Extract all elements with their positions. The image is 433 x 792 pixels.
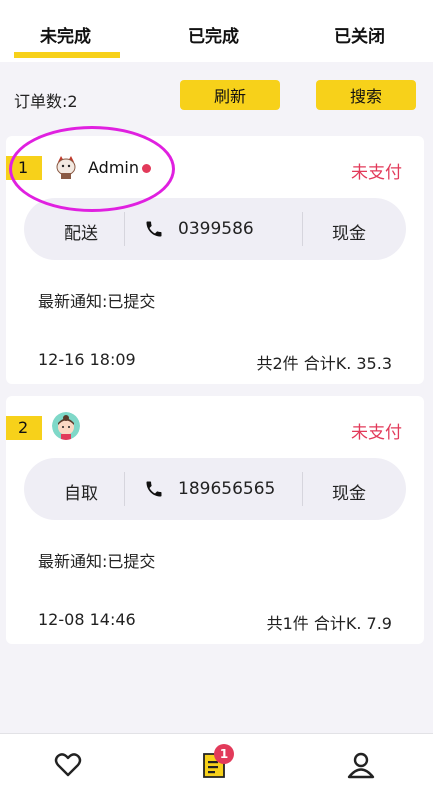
order-time: 12-08 14:46 [38, 610, 136, 629]
refresh-button[interactable]: 刷新 [180, 80, 280, 110]
girl-avatar-icon [52, 412, 80, 440]
order-card[interactable]: 2 未支付 自取 189656565 现金 最新通知:已提交 12-08 14:… [6, 396, 424, 644]
delivery-method: 自取 [64, 484, 98, 504]
order-total: 共2件 合计K. 35.3 [256, 354, 392, 373]
latest-notice: 最新通知:已提交 [38, 292, 156, 311]
order-toolbar: 订单数:2 刷新 搜索 [0, 68, 433, 126]
latest-notice: 最新通知:已提交 [38, 552, 156, 571]
tab-completed[interactable]: 已完成 [188, 22, 239, 47]
divider [302, 212, 303, 246]
payment-status: 未支付 [351, 423, 402, 443]
order-count: 订单数:2 [14, 92, 78, 111]
payment-method: 现金 [332, 224, 366, 244]
tab-closed[interactable]: 已关闭 [334, 22, 385, 47]
highlight-annotation [9, 126, 175, 212]
order-info-bar: 自取 189656565 现金 [24, 458, 406, 520]
delivery-method: 配送 [64, 224, 98, 244]
order-index-badge: 2 [6, 416, 42, 440]
phone-number[interactable]: 0399586 [178, 219, 254, 239]
avatar [52, 412, 80, 440]
payment-status: 未支付 [351, 163, 402, 183]
bottom-navigation: 1 [0, 733, 433, 792]
order-total: 共1件 合计K. 7.9 [266, 614, 392, 633]
divider [124, 212, 125, 246]
orders-badge: 1 [214, 744, 234, 764]
active-tab-indicator [14, 52, 120, 58]
order-time: 12-16 18:09 [38, 350, 136, 369]
phone-icon[interactable] [144, 219, 164, 239]
user-icon[interactable] [346, 750, 376, 780]
phone-number[interactable]: 189656565 [178, 479, 275, 499]
heart-icon[interactable] [53, 750, 83, 780]
search-button[interactable]: 搜索 [316, 80, 416, 110]
divider [302, 472, 303, 506]
phone-icon[interactable] [144, 479, 164, 499]
order-tabs: 未完成 已完成 已关闭 [0, 0, 433, 62]
payment-method: 现金 [332, 484, 366, 504]
divider [124, 472, 125, 506]
tab-incomplete[interactable]: 未完成 [40, 22, 91, 47]
